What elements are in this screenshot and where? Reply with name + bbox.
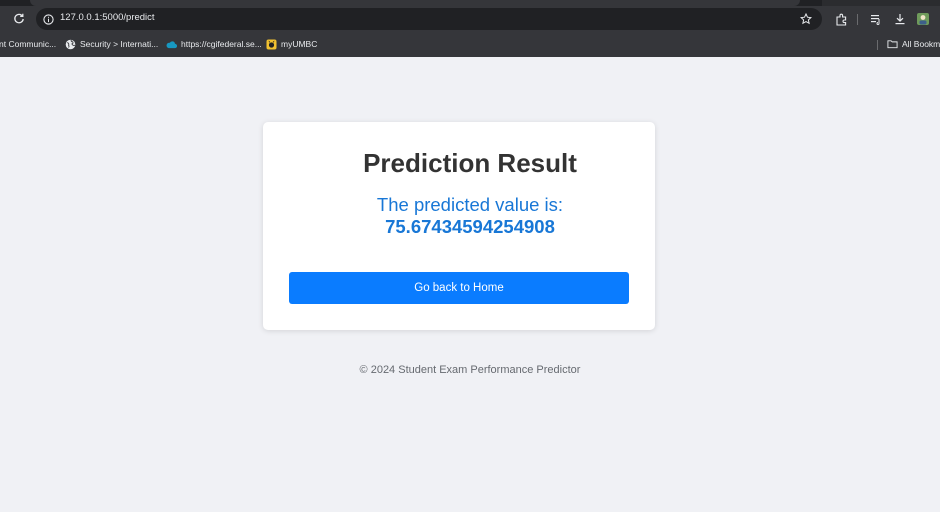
extensions-icon[interactable] [832,10,850,28]
media-queue-icon[interactable] [867,10,885,28]
address-bar[interactable]: 127.0.0.1:5000/predict [36,8,822,30]
globe-icon [65,39,76,50]
prediction-label: The predicted value is: [376,194,564,215]
umbc-icon [266,39,277,50]
toolbar-divider [857,14,858,25]
bookmark-item[interactable]: https://cgifederal.se... [166,37,262,51]
bookmark-label: Security > Internati... [80,39,159,49]
profile-avatar-icon[interactable] [914,10,932,28]
bookmark-item[interactable]: myUMBC [266,37,317,51]
bookmark-label: nt Communic... [0,39,57,49]
bookmarks-bar: nt Communic... Security > Internati... h… [0,33,940,55]
download-icon[interactable] [891,10,909,28]
all-bookmarks[interactable]: All Bookma [887,37,940,51]
bookmark-item[interactable]: Security > Internati... [65,37,158,51]
browser-chrome: 127.0.0.1:5000/predict nt Communic... Se… [0,0,940,57]
url-text[interactable]: 127.0.0.1:5000/predict [60,12,155,23]
bookmark-star-icon[interactable] [798,11,814,27]
all-bookmarks-label: All Bookma [902,39,940,49]
page-title: Prediction Result [363,148,577,178]
bookmarks-divider [877,40,878,50]
reload-icon[interactable] [9,9,29,29]
cloud-icon [166,39,177,50]
prediction-value: 75.67434594254908 [385,216,555,237]
go-home-button[interactable]: Go back to Home [289,272,629,304]
site-info-icon[interactable] [40,11,56,27]
bookmark-label: https://cgifederal.se... [181,39,262,49]
folder-icon [887,39,898,50]
browser-toolbar: 127.0.0.1:5000/predict [0,6,940,32]
bookmark-label: myUMBC [281,39,318,49]
bookmark-item[interactable]: nt Communic... [0,37,56,51]
page-footer: © 2024 Student Exam Performance Predicto… [359,364,581,376]
